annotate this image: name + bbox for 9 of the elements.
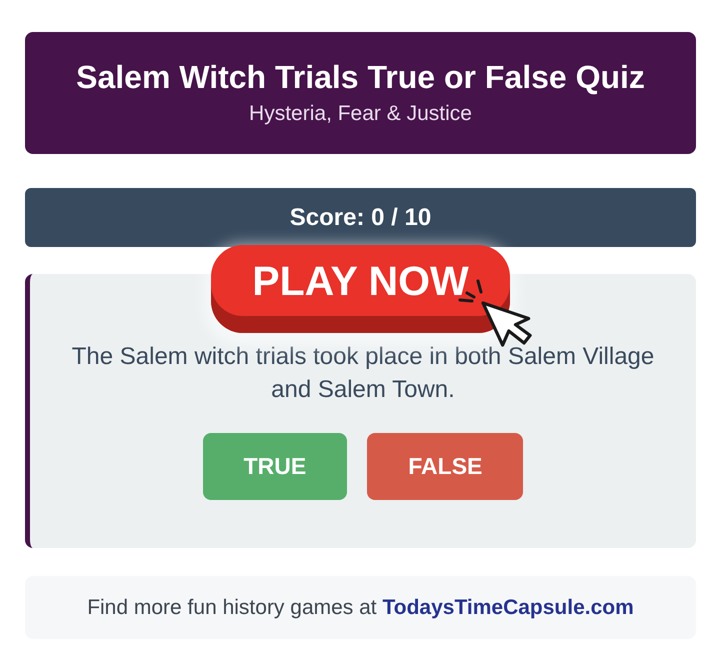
footer-text: Find more fun history games at TodaysTimeCapsule.com (87, 595, 634, 620)
false-answer-button[interactable]: FALSE (367, 433, 524, 500)
quiz-title: Salem Witch Trials True or False Quiz (75, 59, 646, 96)
question-text: The Salem witch trials took place in both Salem Village and Salem Town. (70, 342, 656, 405)
quiz-subtitle: Hysteria, Fear & Justice (249, 102, 472, 126)
play-now-button[interactable]: PLAY NOW (211, 245, 510, 333)
score-bar: Score: 0 / 10 (25, 188, 696, 247)
site-link[interactable]: TodaysTimeCapsule.com (382, 596, 634, 619)
true-answer-button[interactable]: TRUE (202, 433, 348, 500)
